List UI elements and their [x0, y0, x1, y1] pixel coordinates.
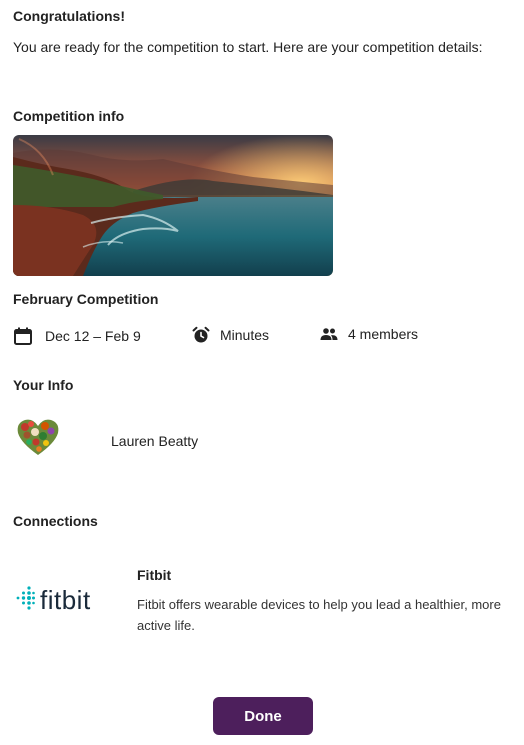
competition-info-title: Competition info	[13, 108, 125, 124]
competition-banner-image	[13, 135, 333, 276]
connections-title: Connections	[13, 513, 98, 529]
alarm-clock-icon	[192, 326, 210, 344]
competition-metric-label: Minutes	[220, 327, 270, 343]
competition-members: 4 members	[320, 326, 418, 342]
your-info-title: Your Info	[13, 377, 74, 393]
done-button[interactable]: Done	[213, 697, 313, 735]
fitbit-logo: fitbit	[13, 585, 91, 616]
competition-dates: Dec 12 – Feb 9	[13, 326, 141, 346]
fitbit-logo-text: fitbit	[40, 585, 91, 615]
fitbit-dots-icon	[13, 585, 35, 616]
competition-name: February Competition	[13, 291, 159, 307]
competition-metric: Minutes	[192, 326, 269, 344]
congrats-message: You are ready for the competition to sta…	[13, 39, 483, 55]
calendar-icon	[13, 326, 33, 346]
user-name: Lauren Beatty	[111, 433, 199, 449]
competition-dates-label: Dec 12 – Feb 9	[45, 328, 141, 344]
people-icon	[320, 327, 338, 341]
connection-name: Fitbit	[137, 567, 172, 583]
competition-members-label: 4 members	[348, 326, 419, 342]
connection-description: Fitbit offers wearable devices to help y…	[137, 597, 501, 633]
congrats-title: Congratulations!	[13, 8, 125, 24]
avatar	[15, 417, 61, 457]
